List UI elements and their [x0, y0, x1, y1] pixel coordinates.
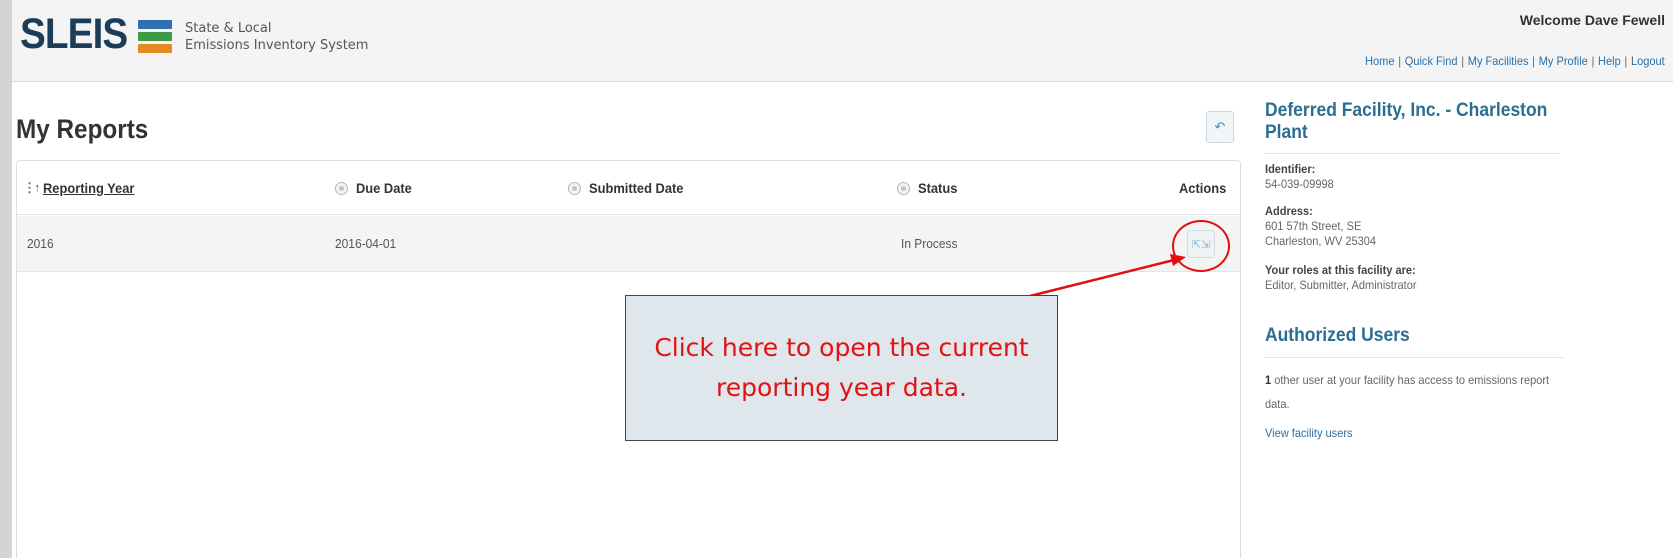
- roles-block: Your roles at this facility are: Editor,…: [1265, 263, 1417, 292]
- nav-quick-find[interactable]: Quick Find: [1405, 54, 1458, 68]
- table-header: ⋮↑ Reporting Year Due Date Submitted Dat…: [17, 161, 1240, 215]
- view-facility-users-link[interactable]: View facility users: [1265, 426, 1541, 440]
- table-row: 2016 2016-04-01 In Process ⇱⇲: [17, 216, 1240, 272]
- col-reporting-year[interactable]: ⋮↑ Reporting Year: [23, 180, 142, 196]
- cell-due-date: 2016-04-01: [335, 236, 397, 251]
- welcome-text: Welcome Dave Fewell: [1519, 12, 1665, 28]
- col-actions: Actions: [1179, 180, 1227, 196]
- col-submitted-date[interactable]: Submitted Date: [568, 180, 692, 196]
- page-title: My Reports: [16, 114, 149, 144]
- cell-status: In Process: [901, 236, 958, 251]
- nav-my-facilities[interactable]: My Facilities: [1468, 54, 1529, 68]
- sort-ascending-icon: ⋮↑: [23, 180, 40, 195]
- facility-name: Deferred Facility, Inc. - Charleston Pla…: [1265, 100, 1560, 154]
- cell-year: 2016: [27, 236, 54, 251]
- authorized-users-title: Authorized Users: [1265, 325, 1564, 358]
- logo-flag-icon: [138, 20, 172, 62]
- logo-subtitle: State & Local Emissions Inventory System: [185, 21, 369, 53]
- nav-help[interactable]: Help: [1598, 54, 1621, 68]
- back-button[interactable]: ↶: [1206, 111, 1234, 143]
- sort-icon: [335, 181, 348, 195]
- col-due-date[interactable]: Due Date: [335, 180, 417, 196]
- header: SLEIS State & Local Emissions Inventory …: [12, 0, 1673, 82]
- logo[interactable]: SLEIS: [20, 10, 128, 59]
- callout-box: Click here to open the current reporting…: [625, 295, 1058, 441]
- address-block: Address: 601 57th Street, SE Charleston,…: [1265, 204, 1377, 248]
- sort-icon: [568, 181, 581, 195]
- facility-sidebar: Deferred Facility, Inc. - Charleston Pla…: [1265, 100, 1565, 440]
- col-status[interactable]: Status: [897, 180, 961, 196]
- nav-logout[interactable]: Logout: [1631, 54, 1665, 68]
- identifier-block: Identifier: 54-039-09998: [1265, 162, 1334, 191]
- authorized-users-text: 1 other user at your facility has access…: [1265, 373, 1550, 411]
- top-nav: Home | Quick Find | My Facilities | My Profile…: [1365, 54, 1665, 68]
- highlight-circle: [1172, 220, 1230, 272]
- undo-arrow-icon: ↶: [1214, 119, 1226, 134]
- callout-text: Click here to open the current reporting…: [654, 333, 1029, 402]
- nav-home[interactable]: Home: [1365, 54, 1394, 68]
- nav-my-profile[interactable]: My Profile: [1539, 54, 1588, 68]
- sort-icon: [897, 181, 910, 195]
